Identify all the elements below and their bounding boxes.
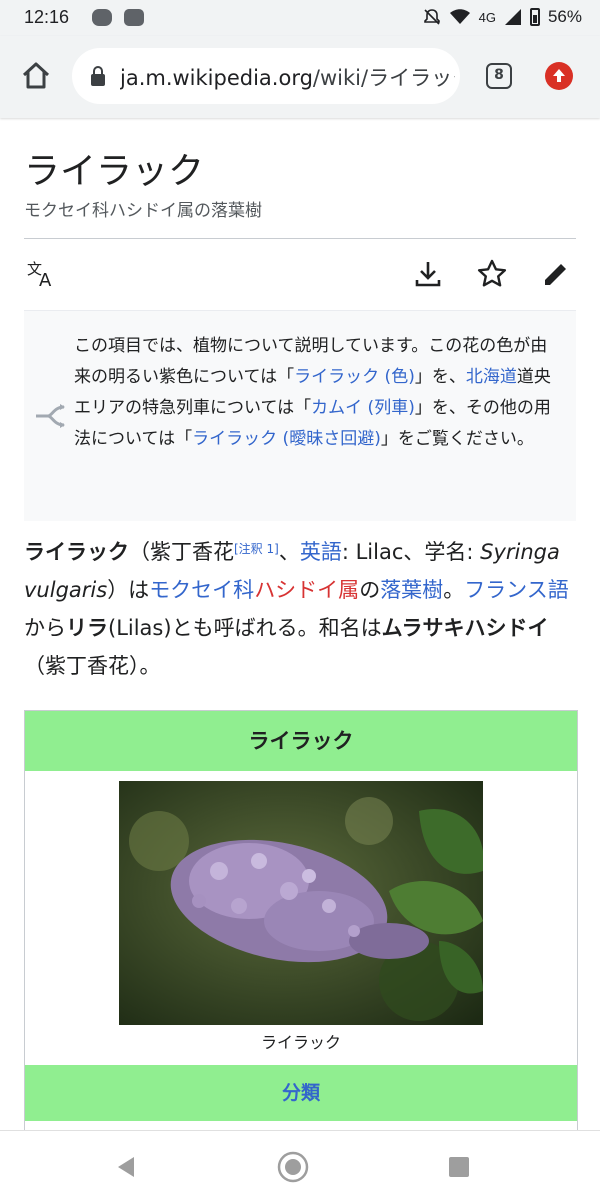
infobox: ライラック ライラック 分類: [24, 710, 578, 1130]
tab-switcher-button[interactable]: 8: [486, 63, 512, 89]
system-icons: 4G 56%: [423, 7, 582, 27]
lead-text-part: （紫丁香花: [129, 540, 234, 564]
hatnote-text: この項目では、植物について説明しています。この花の色が由来の明るい紫色については…: [74, 331, 554, 455]
browser-toolbar: ja.m.wikipedia.org/wiki/ライラック 8: [0, 36, 600, 118]
lock-icon: [91, 66, 105, 86]
lead-text-part: (Lilas)とも呼ばれる。和名は: [108, 616, 382, 640]
link-lilac-color[interactable]: ライラック (色): [294, 367, 415, 387]
update-button[interactable]: [545, 62, 573, 90]
battery-icon: [529, 8, 540, 26]
lead-paragraph: ライラック（紫丁香花[注釈 1]、英語: Lilac、学名: Syringa v…: [24, 533, 580, 685]
hatnote: この項目では、植物について説明しています。この花の色が由来の明るい紫色については…: [24, 310, 576, 521]
page-actions: 文 A: [24, 254, 576, 294]
footnote-link[interactable]: [注釈 1]: [234, 542, 279, 556]
svg-text:A: A: [39, 270, 52, 291]
page-description: モクセイ科ハシドイ属の落葉樹: [24, 201, 262, 221]
infobox-title: ライラック: [25, 711, 577, 771]
link-syringa[interactable]: ハシドイ属: [254, 578, 359, 602]
translate-icon[interactable]: 文 A: [24, 256, 60, 292]
system-nav-bar: [0, 1130, 600, 1201]
lead-text-part: 、: [278, 540, 300, 564]
lead-text-part: （紫丁香花）。: [24, 654, 161, 678]
image-caption: ライラック: [260, 1033, 341, 1052]
link-deciduous[interactable]: 落葉樹: [380, 578, 443, 602]
link-classification[interactable]: 分類: [282, 1082, 320, 1104]
download-icon[interactable]: [410, 256, 446, 292]
wifi-icon: [449, 9, 470, 24]
home-icon[interactable]: [277, 1151, 309, 1183]
url-path: /wiki/ライラック: [312, 66, 455, 90]
status-time: 12:16: [24, 7, 70, 27]
lead-bold-term: ライラック: [24, 540, 129, 564]
link-english[interactable]: 英語: [300, 540, 342, 564]
lead-text-part: ）は: [107, 578, 150, 602]
article-page: ライラック モクセイ科ハシドイ属の落葉樹 文 A この項目では、植物について説明…: [0, 118, 600, 1130]
lead-bold-term: リラ: [66, 616, 108, 640]
edit-icon[interactable]: [538, 256, 574, 292]
home-icon[interactable]: [18, 58, 54, 94]
link-french[interactable]: フランス語: [464, 578, 569, 602]
recents-icon[interactable]: [443, 1151, 475, 1183]
lead-text-part: : Lilac、学名:: [341, 540, 481, 564]
arrow-up-icon: [553, 69, 565, 82]
hatnote-text-part: 」をご覧ください。: [380, 429, 534, 449]
battery-level: 56%: [547, 7, 582, 26]
mute-icon: [423, 9, 440, 25]
hatnote-text-part: 」を、: [414, 367, 466, 387]
signal-icon: [504, 9, 521, 25]
lead-text-part: 。: [443, 578, 465, 602]
disambiguation-icon: [36, 404, 65, 428]
lead-text-part: から: [24, 616, 66, 640]
infobox-section-classification: 分類: [25, 1065, 577, 1121]
back-icon[interactable]: [110, 1151, 142, 1183]
link-oleaceae[interactable]: モクセイ科: [149, 578, 254, 602]
page-title: ライラック: [24, 151, 205, 192]
link-kamui-train[interactable]: カムイ (列車): [311, 398, 415, 418]
line-icon: [92, 9, 112, 26]
link-lilac-disambiguation[interactable]: ライラック (曖昧さ回避): [192, 429, 381, 449]
title-divider: [24, 238, 576, 239]
url-text[interactable]: ja.m.wikipedia.org/wiki/ライラック: [120, 62, 455, 92]
lead-bold-term: ムラサキハシドイ: [381, 616, 549, 640]
status-bar: 12:16 4G 56%: [0, 0, 600, 36]
lead-text-part: の: [359, 578, 381, 602]
address-bar[interactable]: ja.m.wikipedia.org/wiki/ライラック: [72, 48, 460, 104]
youtube-icon: [124, 9, 144, 26]
network-type: 4G: [478, 9, 496, 25]
url-domain: ja.m.wikipedia.org: [120, 66, 313, 90]
link-hokkaido[interactable]: 北海道: [466, 367, 517, 387]
star-icon[interactable]: [474, 256, 510, 292]
lilac-image[interactable]: [119, 781, 483, 1025]
